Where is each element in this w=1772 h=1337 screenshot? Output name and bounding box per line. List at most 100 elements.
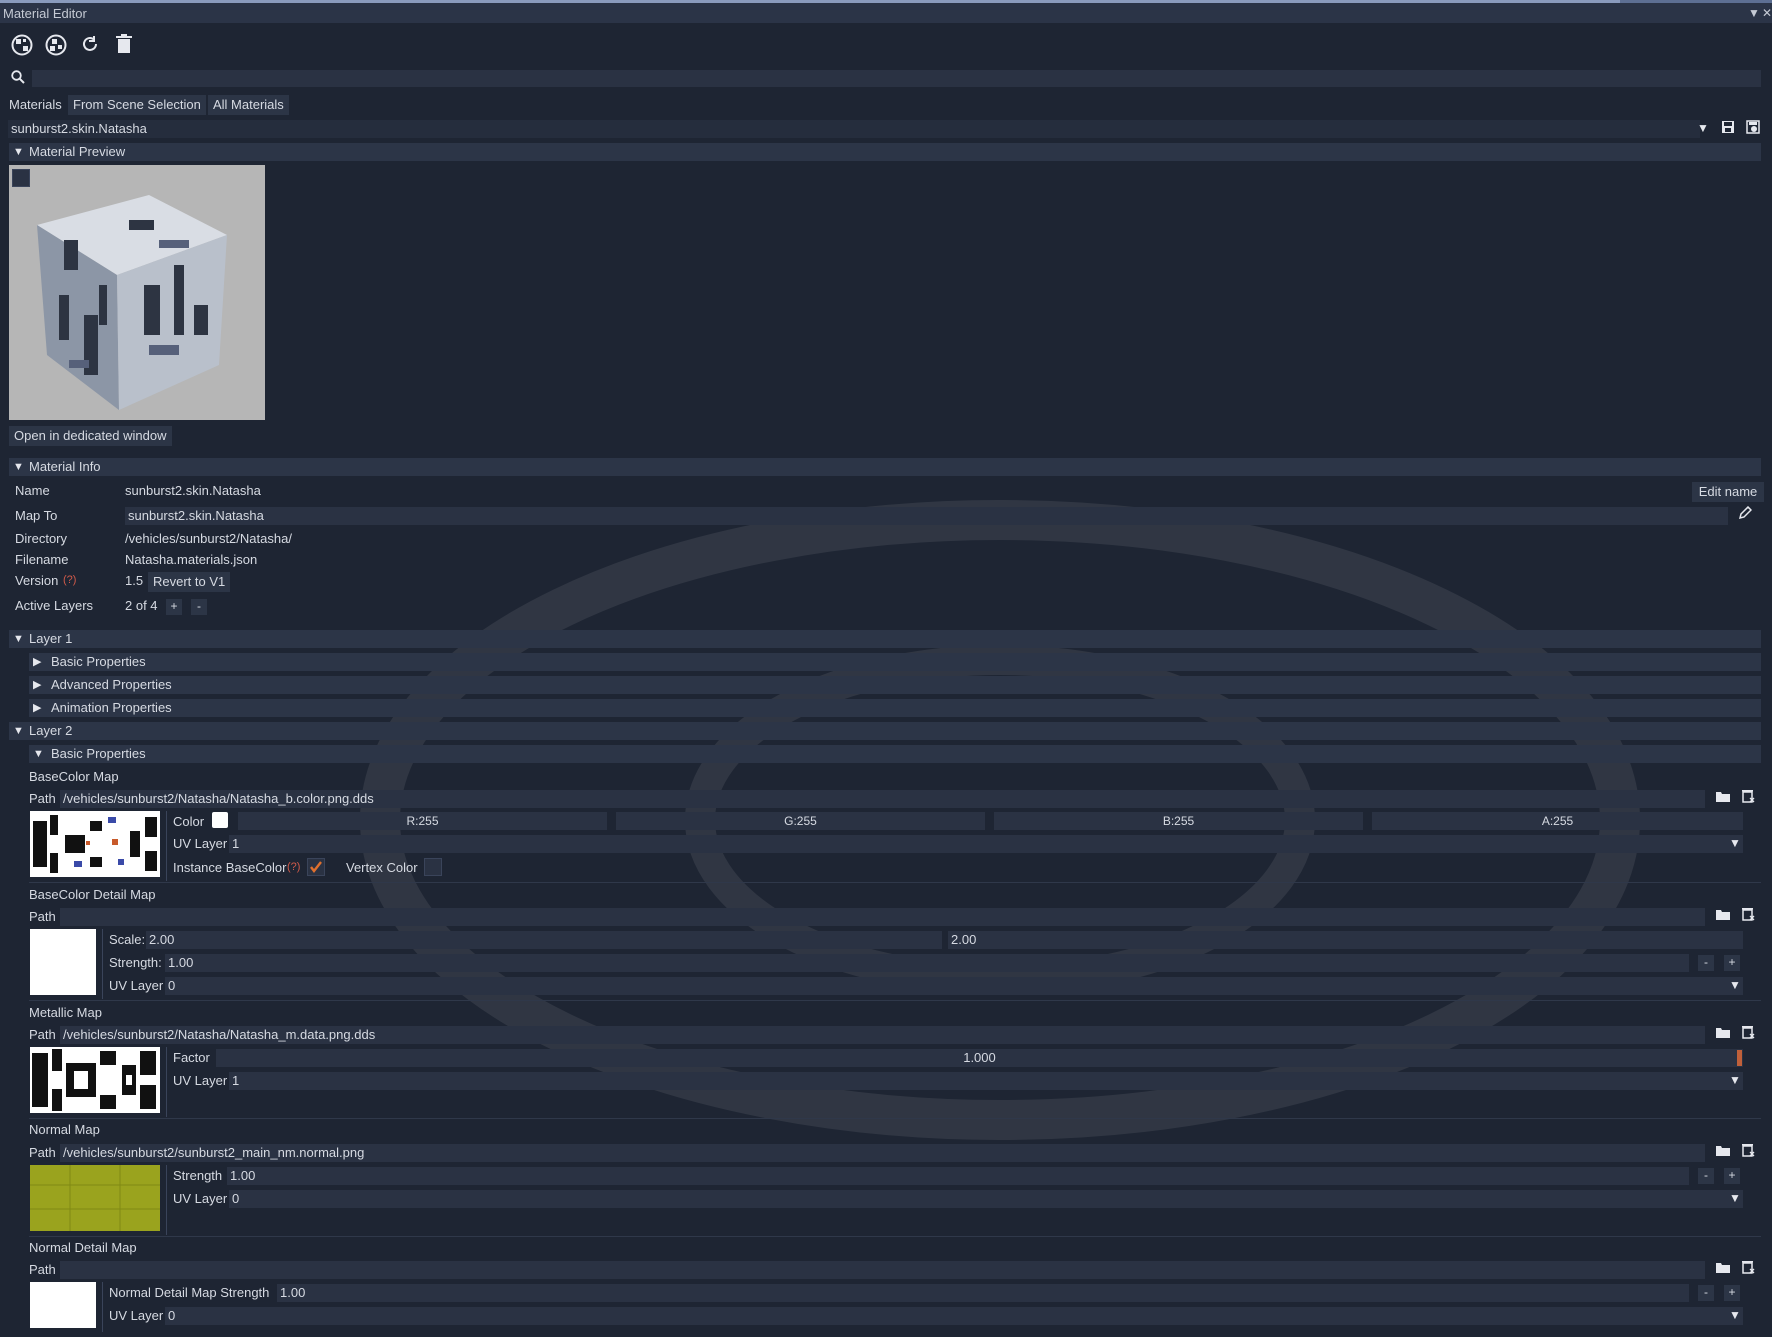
clear-trash-icon[interactable]	[1741, 1143, 1755, 1160]
basecolor-detail-thumbnail	[30, 929, 96, 995]
normal-detail-uv-label: UV Layer	[109, 1308, 164, 1323]
decrement-button[interactable]: -	[1698, 955, 1714, 971]
material-info-header[interactable]: ▼ Material Info	[9, 458, 1761, 476]
clear-trash-icon[interactable]	[1741, 907, 1755, 924]
sphere-checker-alt-icon[interactable]	[44, 34, 68, 58]
normal-strength-label: Strength	[173, 1168, 223, 1183]
clear-trash-icon[interactable]	[1741, 1260, 1755, 1277]
normal-path-label: Path	[29, 1145, 56, 1160]
edit-name-button[interactable]: Edit name	[1692, 482, 1764, 502]
add-layer-button[interactable]: +	[166, 599, 182, 615]
trash-icon[interactable]	[112, 34, 136, 58]
chevron-down-icon[interactable]: ▼	[1729, 1073, 1741, 1087]
window-title: Material Editor	[3, 6, 87, 21]
all-materials-button[interactable]: All Materials	[208, 95, 289, 115]
folder-icon[interactable]	[1716, 908, 1730, 923]
section-divider	[29, 1236, 1761, 1237]
material-preview-header[interactable]: ▼ Material Preview	[9, 143, 1761, 161]
refresh-icon[interactable]	[78, 34, 102, 58]
normal-detail-path-label: Path	[29, 1262, 56, 1277]
normal-map-title: Normal Map	[29, 1122, 100, 1137]
map-to-input[interactable]: sunburst2.skin.Natasha	[125, 507, 1728, 525]
decrement-button[interactable]: -	[1698, 1168, 1714, 1184]
color-swatch[interactable]	[212, 812, 228, 828]
instance-help-marker[interactable]: (?)	[287, 861, 300, 873]
decrement-button[interactable]: -	[1698, 1285, 1714, 1301]
color-a-field[interactable]: A:255	[1372, 812, 1743, 830]
detail-uv-select[interactable]: 0	[165, 977, 1743, 995]
folder-icon[interactable]	[1716, 1144, 1730, 1159]
chevron-down-icon[interactable]: ▼	[1729, 1191, 1741, 1205]
basecolor-detail-path-input[interactable]	[60, 908, 1705, 926]
normal-detail-uv-select[interactable]: 0	[165, 1307, 1743, 1325]
material-select[interactable]: sunburst2.skin.Natasha	[8, 120, 1700, 138]
layer-1-advanced-properties[interactable]: ▶ Advanced Properties	[29, 676, 1761, 694]
clear-trash-icon[interactable]	[1741, 1025, 1755, 1042]
search-input[interactable]	[32, 70, 1761, 87]
thumbnail-divider	[102, 929, 103, 999]
sphere-checker-icon[interactable]	[10, 34, 34, 58]
layer-2-header[interactable]: ▼ Layer 2	[9, 722, 1761, 740]
instance-basecolor-label: Instance BaseColor	[173, 860, 287, 875]
layer-1-basic-properties[interactable]: ▶ Basic Properties	[29, 653, 1761, 671]
scale-y-field[interactable]: 2.00	[948, 931, 1743, 949]
chevron-down-icon[interactable]: ▼	[1729, 978, 1741, 992]
normal-detail-path-input[interactable]	[60, 1261, 1705, 1279]
active-layers-label: Active Layers	[15, 598, 94, 613]
folder-icon[interactable]	[1716, 1026, 1730, 1041]
increment-button[interactable]: +	[1724, 1168, 1740, 1184]
preview-toggle-checkbox[interactable]	[12, 169, 30, 187]
remove-layer-button[interactable]: -	[191, 599, 207, 615]
scale-x-field[interactable]: 2.00	[146, 931, 942, 949]
increment-button[interactable]: +	[1724, 955, 1740, 971]
save-icon[interactable]	[1721, 120, 1735, 137]
color-b-field[interactable]: B:255	[994, 812, 1363, 830]
from-scene-selection-button[interactable]: From Scene Selection	[68, 95, 206, 115]
close-window-icon[interactable]: ✕	[1762, 6, 1772, 20]
normal-uv-select[interactable]: 0	[229, 1190, 1743, 1208]
normal-path-input[interactable]: /vehicles/sunburst2/sunburst2_main_nm.no…	[60, 1144, 1705, 1162]
layer-1-header[interactable]: ▼ Layer 1	[9, 630, 1761, 648]
layer-2-title: Layer 2	[29, 723, 73, 738]
metallic-uv-select[interactable]: 1	[229, 1072, 1743, 1090]
pencil-icon[interactable]	[1738, 505, 1753, 523]
color-g-field[interactable]: G:255	[616, 812, 985, 830]
folder-icon[interactable]	[1716, 790, 1730, 805]
version-help-marker[interactable]: (?)	[63, 574, 76, 586]
basecolor-path-label: Path	[29, 791, 56, 806]
thumbnail-divider	[166, 1165, 167, 1235]
search-icon	[11, 70, 25, 87]
chevron-down-icon[interactable]: ▼	[1697, 121, 1709, 135]
save-as-icon[interactable]	[1746, 120, 1760, 137]
clear-trash-icon[interactable]	[1741, 789, 1755, 806]
caret-right-icon: ▶	[33, 702, 42, 714]
metallic-path-input[interactable]: /vehicles/sunburst2/Natasha/Natasha_m.da…	[60, 1026, 1705, 1044]
normal-strength-field[interactable]: 1.00	[227, 1167, 1689, 1185]
basecolor-uv-select[interactable]: 1	[229, 835, 1743, 853]
basecolor-map-title: BaseColor Map	[29, 769, 119, 784]
strength-field[interactable]: 1.00	[165, 954, 1689, 972]
collapse-window-icon[interactable]: ▼	[1748, 6, 1760, 20]
caret-right-icon: ▶	[33, 656, 42, 668]
layer-1-animation-properties[interactable]: ▶ Animation Properties	[29, 699, 1761, 717]
vertex-color-label: Vertex Color	[346, 860, 418, 875]
detail-uv-label: UV Layer	[109, 978, 164, 993]
folder-icon[interactable]	[1716, 1261, 1730, 1276]
chevron-down-icon[interactable]: ▼	[1729, 836, 1741, 850]
basecolor-path-input[interactable]: /vehicles/sunburst2/Natasha/Natasha_b.co…	[60, 790, 1705, 808]
name-value: sunburst2.skin.Natasha	[125, 483, 261, 498]
chevron-down-icon[interactable]: ▼	[1729, 1308, 1741, 1322]
revert-v1-button[interactable]: Revert to V1	[148, 572, 231, 592]
slider-grab-handle[interactable]	[1737, 1050, 1742, 1066]
layer-2-basic-properties[interactable]: ▼ Basic Properties	[29, 745, 1761, 763]
section-divider	[29, 1118, 1761, 1119]
increment-button[interactable]: +	[1724, 1285, 1740, 1301]
thumbnail-divider	[102, 1282, 103, 1332]
material-info-title: Material Info	[29, 459, 101, 474]
open-dedicated-window-button[interactable]: Open in dedicated window	[9, 426, 172, 446]
color-r-field[interactable]: R:255	[238, 812, 607, 830]
normal-detail-strength-field[interactable]: 1.00	[277, 1284, 1689, 1302]
vertex-color-checkbox[interactable]	[424, 858, 442, 876]
factor-slider[interactable]: 1.000	[216, 1049, 1743, 1067]
instance-basecolor-checkbox[interactable]	[307, 858, 325, 876]
